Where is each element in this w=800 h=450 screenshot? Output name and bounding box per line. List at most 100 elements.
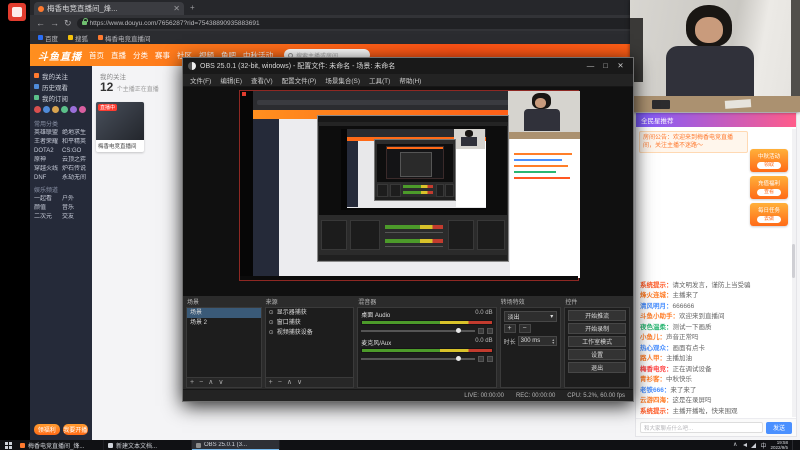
chat-banner[interactable]: 全民星推荐 — [636, 113, 796, 127]
menu-item[interactable]: 帮助(H) — [399, 75, 421, 85]
visibility-eye-icon[interactable]: ⊙ — [269, 308, 274, 318]
scene-item[interactable]: 场景 — [187, 308, 261, 318]
nav-item[interactable]: 直播 — [111, 50, 126, 61]
tab-close-icon[interactable]: ✕ — [173, 4, 180, 13]
obs-control-button[interactable]: 工作室模式 — [568, 336, 627, 347]
entertainment-item[interactable]: 二次元 — [34, 213, 60, 221]
streamer-avatar[interactable] — [70, 106, 77, 113]
entertainment-item[interactable]: 交友 — [62, 213, 88, 221]
category-item[interactable]: 永劫无间 — [62, 174, 88, 182]
sidebar-bottom-button[interactable]: 领福利 — [34, 424, 60, 435]
spinner-down-icon[interactable]: ▾ — [552, 341, 554, 345]
speaker-icon[interactable] — [477, 327, 484, 334]
obs-control-button[interactable]: 设置 — [568, 349, 627, 360]
promo-card[interactable]: 中秋活动 领取 — [750, 149, 788, 172]
visibility-eye-icon[interactable]: ⊙ — [269, 328, 274, 338]
category-item[interactable]: 炉石传说 — [62, 165, 88, 173]
volume-slider[interactable] — [361, 327, 475, 333]
window-control-icon[interactable]: ✕ — [613, 58, 628, 74]
entertainment-item[interactable]: 一起看 — [34, 195, 60, 203]
promo-button[interactable]: 查看 — [757, 189, 781, 196]
promo-button[interactable]: 去做 — [757, 216, 781, 223]
settings-icon[interactable] — [486, 355, 493, 362]
promo-card[interactable]: 充值福利 查看 — [750, 176, 788, 199]
sidebar-quick-item[interactable]: 历史观看 — [34, 81, 88, 92]
dock-tool-icon[interactable]: + — [190, 378, 194, 388]
sidebar-bottom-button[interactable]: 我要开播 — [62, 424, 88, 435]
streamer-avatar[interactable] — [79, 106, 86, 113]
taskbar-button[interactable]: 梅香电竞直播间_烽... — [16, 440, 104, 450]
streamer-avatar[interactable] — [43, 106, 50, 113]
speaker-icon[interactable] — [477, 355, 484, 362]
category-item[interactable]: DNF — [34, 174, 60, 182]
source-item[interactable]: ⊙ 视频捕获设备 — [266, 328, 354, 338]
source-item[interactable]: ⊙ 窗口捕获 — [266, 318, 354, 328]
add-transition-button[interactable]: + — [503, 324, 516, 333]
obs-control-button[interactable]: 开始录制 — [568, 323, 627, 334]
menu-item[interactable]: 文件(F) — [190, 75, 211, 85]
transition-select[interactable]: 淡出 ▾ — [503, 311, 558, 322]
category-item[interactable]: CS:GO — [62, 147, 88, 155]
nav-item[interactable]: 首页 — [89, 50, 104, 61]
remove-transition-button[interactable]: − — [518, 324, 531, 333]
taskbar-button[interactable]: 新建文本文档... — [104, 440, 192, 450]
new-tab-button[interactable]: + — [190, 1, 195, 15]
taskbar-clock[interactable]: 19:58 2022/9/5 — [770, 440, 788, 450]
source-item[interactable]: ⊙ 显示器捕获 — [266, 308, 354, 318]
chat-scrollbar[interactable] — [792, 129, 796, 417]
nav-item[interactable]: 分类 — [133, 50, 148, 61]
category-item[interactable]: 原神 — [34, 156, 60, 164]
volume-slider-handle[interactable] — [456, 355, 461, 361]
desktop-shortcut-icon[interactable] — [8, 3, 26, 21]
bookmark-item[interactable]: 梅香电竞直播间 — [98, 33, 151, 43]
bookmark-item[interactable]: 搜狐 — [68, 33, 88, 43]
back-icon[interactable]: ← — [36, 15, 45, 31]
category-item[interactable]: 穿越火线 — [34, 165, 60, 173]
entertainment-item[interactable]: 户外 — [62, 195, 88, 203]
stream-card[interactable]: 直播中 梅香电竞直播间 — [96, 102, 144, 152]
dock-tool-icon[interactable]: ∨ — [297, 378, 302, 388]
streamer-avatar[interactable] — [52, 106, 59, 113]
bookmark-item[interactable]: 百度 — [38, 33, 58, 43]
dock-tool-icon[interactable]: − — [278, 378, 282, 388]
menu-item[interactable]: 配置文件(P) — [282, 75, 317, 85]
stream-thumbnail[interactable]: 直播中 — [96, 102, 144, 140]
nav-item[interactable]: 赛事 — [155, 50, 170, 61]
browser-tab[interactable]: 梅香电竞直播间_烽... ✕ — [34, 2, 184, 15]
dock-tool-icon[interactable]: + — [269, 378, 273, 388]
dock-tool-icon[interactable]: ∨ — [218, 378, 223, 388]
obs-title-bar[interactable]: OBS 25.0.1 (32-bit, windows) - 配置文件: 未命名… — [183, 58, 633, 74]
settings-icon[interactable] — [486, 327, 493, 334]
volume-slider[interactable] — [361, 355, 475, 361]
chat-input[interactable]: 和大家聊点什么吧… — [640, 422, 763, 433]
start-button[interactable] — [0, 440, 16, 450]
dock-tool-icon[interactable]: ∧ — [208, 378, 213, 388]
entertainment-item[interactable]: 颜值 — [34, 204, 60, 212]
chat-scrollbar-thumb[interactable] — [792, 244, 795, 279]
streamer-avatar[interactable] — [61, 106, 68, 113]
notification-center-button[interactable] — [792, 440, 797, 450]
obs-preview[interactable] — [183, 87, 633, 296]
menu-item[interactable]: 工具(T) — [369, 75, 390, 85]
obs-control-button[interactable]: 开始推流 — [568, 310, 627, 321]
window-control-icon[interactable]: □ — [598, 58, 613, 74]
sidebar-quick-item[interactable]: 我的关注 — [34, 70, 88, 81]
menu-item[interactable]: 查看(V) — [251, 75, 273, 85]
category-item[interactable]: 王者荣耀 — [34, 138, 60, 146]
promo-button[interactable]: 领取 — [757, 162, 781, 169]
window-control-icon[interactable]: — — [583, 58, 598, 74]
send-button[interactable]: 发送 — [766, 421, 792, 434]
taskbar-button[interactable]: OBS 25.0.1 (3... — [192, 440, 280, 450]
scene-item[interactable]: 场景 2 — [187, 318, 261, 328]
input-language-indicator[interactable]: 中 — [760, 441, 766, 450]
network-icon[interactable] — [751, 442, 757, 448]
tray-chevron-icon[interactable]: ∧ — [733, 440, 737, 450]
volume-icon[interactable] — [741, 443, 748, 447]
forward-icon[interactable]: → — [50, 15, 59, 31]
menu-item[interactable]: 场景集合(S) — [325, 75, 360, 85]
reload-icon[interactable]: ↻ — [64, 15, 72, 31]
volume-slider-handle[interactable] — [456, 327, 461, 333]
promo-card[interactable]: 每日任务 去做 — [750, 203, 788, 226]
menu-item[interactable]: 编辑(E) — [220, 75, 242, 85]
dock-tool-icon[interactable]: ∧ — [287, 378, 292, 388]
